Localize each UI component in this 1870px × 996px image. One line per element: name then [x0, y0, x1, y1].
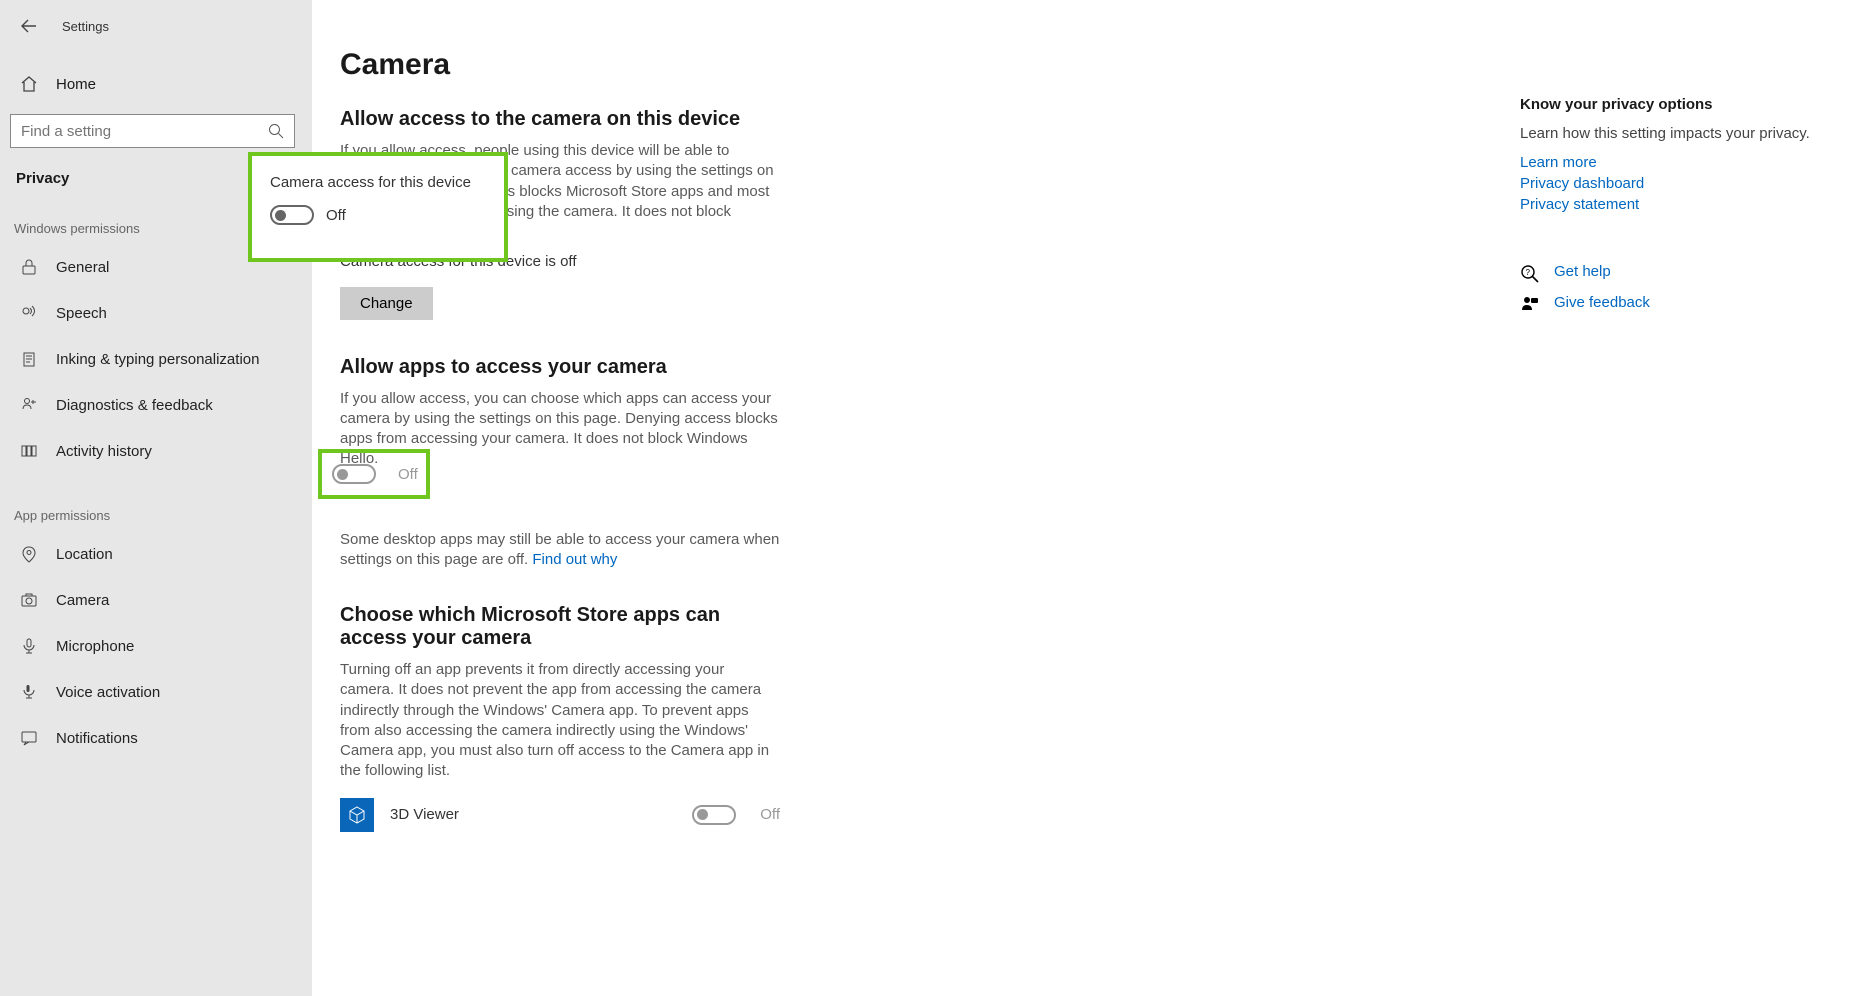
nav-diagnostics[interactable]: Diagnostics & feedback: [0, 382, 312, 428]
feedback-icon: [20, 396, 38, 414]
search-field[interactable]: [21, 123, 268, 140]
page-title: Camera: [340, 48, 1870, 82]
nav-camera[interactable]: Camera: [0, 577, 312, 623]
camera-device-toggle-state: Off: [326, 207, 346, 224]
search-input[interactable]: [10, 114, 295, 148]
notifications-icon: [20, 729, 38, 747]
back-button[interactable]: [20, 17, 38, 35]
section2-heading: Allow apps to access your camera: [340, 356, 760, 379]
nav-activity[interactable]: Activity history: [0, 428, 312, 474]
app-toggle-3d-viewer: [692, 805, 736, 825]
nav-label: Diagnostics & feedback: [56, 397, 213, 414]
nav-voice-activation[interactable]: Voice activation: [0, 669, 312, 715]
search-icon: [268, 123, 284, 139]
nav-inking[interactable]: Inking & typing personalization: [0, 336, 312, 382]
svg-text:?: ?: [1526, 268, 1531, 277]
right-panel: Know your privacy options Learn how this…: [1520, 96, 1820, 325]
nav-location[interactable]: Location: [0, 531, 312, 577]
nav-speech[interactable]: Speech: [0, 290, 312, 336]
nav-microphone[interactable]: Microphone: [0, 623, 312, 669]
section2-note: Some desktop apps may still be able to a…: [340, 530, 780, 571]
camera-device-toggle[interactable]: [270, 205, 314, 225]
speech-icon: [20, 304, 38, 322]
home-icon: [20, 75, 38, 93]
section3-heading: Choose which Microsoft Store apps can ac…: [340, 604, 760, 650]
give-feedback-label: Give feedback: [1554, 294, 1650, 311]
activity-icon: [20, 442, 38, 460]
home-label: Home: [56, 76, 96, 93]
privacy-statement-link[interactable]: Privacy statement: [1520, 196, 1820, 213]
change-button[interactable]: Change: [340, 287, 433, 320]
help-icon: ?: [1520, 264, 1540, 284]
get-help-label: Get help: [1554, 263, 1611, 280]
apps-access-toggle-state: Off: [398, 466, 418, 483]
nav-label: Location: [56, 546, 113, 563]
popup-title: Camera access for this device: [270, 174, 490, 191]
nav-label: Notifications: [56, 730, 138, 747]
apps-access-toggle-highlight: Off: [318, 449, 430, 499]
back-arrow-icon: [20, 17, 38, 35]
privacy-options-desc: Learn how this setting impacts your priv…: [1520, 125, 1820, 142]
3d-viewer-icon: [340, 798, 374, 832]
find-out-why-link[interactable]: Find out why: [532, 551, 617, 568]
clipboard-icon: [20, 350, 38, 368]
nav-label: Activity history: [56, 443, 152, 460]
camera-access-popup: Camera access for this device Off: [248, 152, 508, 262]
home-button[interactable]: Home: [0, 60, 312, 108]
section1-heading: Allow access to the camera on this devic…: [340, 108, 760, 131]
privacy-options-heading: Know your privacy options: [1520, 96, 1820, 113]
get-help-link[interactable]: ? Get help: [1520, 263, 1820, 284]
location-icon: [20, 545, 38, 563]
give-feedback-link[interactable]: Give feedback: [1520, 294, 1820, 315]
microphone-icon: [20, 637, 38, 655]
lock-icon: [20, 258, 38, 276]
nav-label: Speech: [56, 305, 107, 322]
voice-icon: [20, 683, 38, 701]
window-title: Settings: [62, 19, 109, 34]
app-name: 3D Viewer: [390, 806, 692, 823]
section3-desc: Turning off an app prevents it from dire…: [340, 660, 780, 782]
learn-more-link[interactable]: Learn more: [1520, 154, 1820, 171]
camera-icon: [20, 591, 38, 609]
section-header-app-permissions: App permissions: [0, 508, 312, 523]
nav-label: Camera: [56, 592, 109, 609]
apps-access-toggle: [332, 464, 376, 484]
nav-label: Inking & typing personalization: [56, 351, 259, 368]
feedback-icon: [1520, 295, 1540, 315]
nav-notifications[interactable]: Notifications: [0, 715, 312, 761]
nav-label: Microphone: [56, 638, 134, 655]
privacy-dashboard-link[interactable]: Privacy dashboard: [1520, 175, 1820, 192]
nav-label: General: [56, 259, 109, 276]
nav-label: Voice activation: [56, 684, 160, 701]
app-row-3d-viewer: 3D Viewer Off: [340, 798, 780, 832]
app-toggle-state: Off: [760, 806, 780, 823]
sidebar: Settings Home Privacy Windows permission…: [0, 0, 312, 996]
